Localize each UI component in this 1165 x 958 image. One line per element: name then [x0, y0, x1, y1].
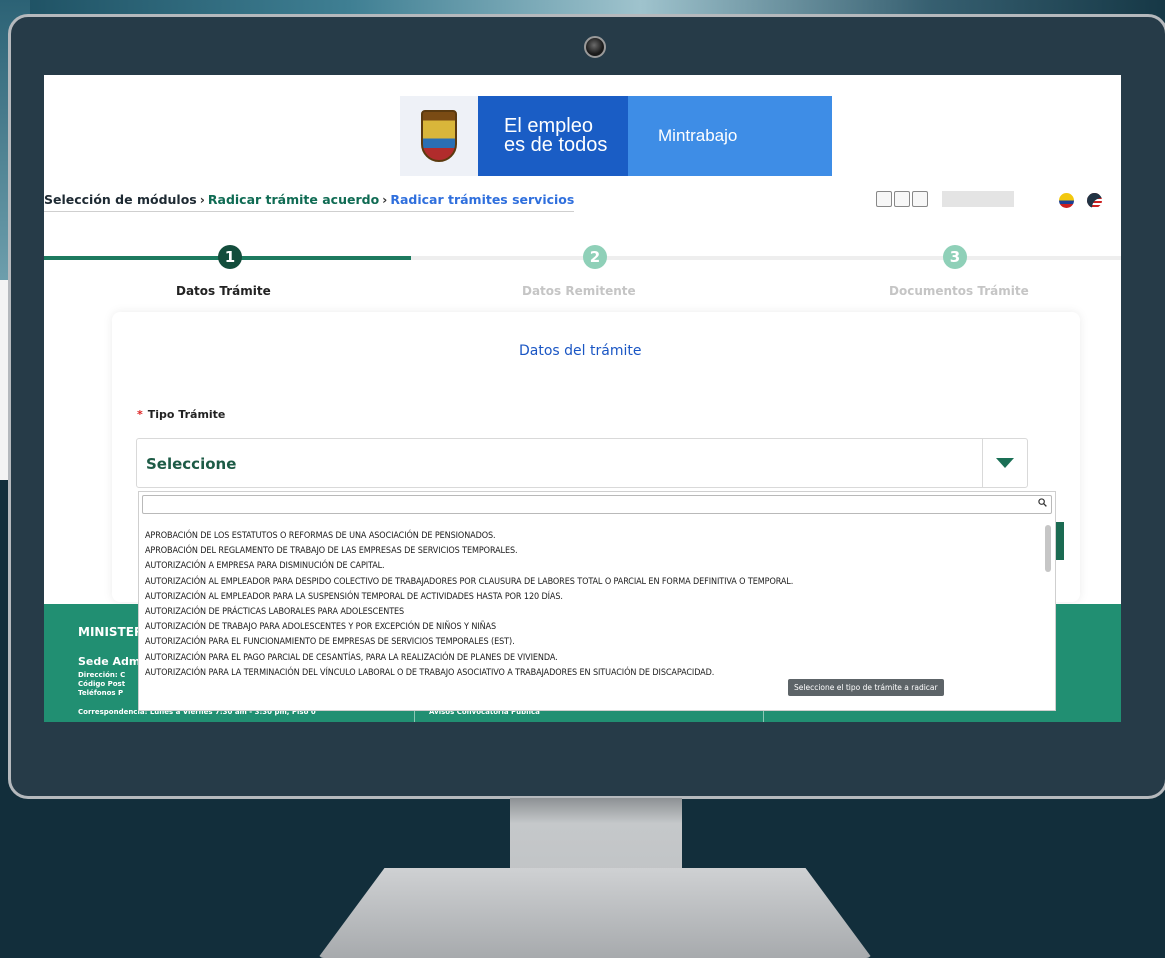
- coat-of-arms-logo: [400, 96, 478, 176]
- step-3-label: Documentos Trámite: [889, 284, 1029, 298]
- contrast-icon[interactable]: [876, 191, 892, 207]
- brand-name: Mintrabajo: [628, 96, 832, 176]
- tipo-tramite-select[interactable]: Seleccione: [136, 438, 1028, 488]
- breadcrumb-item-current: Radicar trámites servicios: [390, 192, 575, 207]
- scrollbar-thumb[interactable]: [1045, 525, 1051, 572]
- step-3-number: 3: [943, 245, 967, 269]
- step-2-number: 2: [583, 245, 607, 269]
- footer-ministry-title: MINISTER: [78, 625, 144, 639]
- tipo-tramite-label-text: Tipo Trámite: [147, 408, 226, 421]
- monitor-stand-base: [318, 868, 872, 958]
- font-size-controls[interactable]: [942, 191, 1014, 207]
- form-title: Datos del trámite: [519, 343, 642, 359]
- breadcrumb-item-acuerdo[interactable]: Radicar trámite acuerdo: [208, 192, 379, 207]
- tipo-tramite-label: * Tipo Trámite: [137, 408, 225, 421]
- dropdown-option[interactable]: AUTORIZACIÓN DE PRÁCTICAS LABORALES PARA…: [145, 605, 1041, 620]
- breadcrumb-item-modulos[interactable]: Selección de módulos: [44, 192, 197, 207]
- select-toggle-button[interactable]: [982, 439, 1027, 487]
- dropdown-scrollbar[interactable]: [1045, 525, 1051, 707]
- step-2-label: Datos Remitente: [522, 284, 636, 298]
- step-1-number: 1: [218, 245, 242, 269]
- webcam-icon: [584, 36, 606, 58]
- slogan-line2: es de todos: [504, 134, 608, 156]
- dropdown-option[interactable]: AUTORIZACIÓN AL EMPLEADOR PARA DESPIDO C…: [145, 575, 1041, 590]
- slogan-block: El empleo es de todos: [478, 96, 628, 176]
- tooltip: Seleccione el tipo de trámite a radicar: [788, 679, 944, 696]
- dropdown-option[interactable]: AUTORIZACIÓN PARA EL PAGO PARCIAL DE CES…: [145, 651, 1041, 666]
- search-icon: [1038, 498, 1047, 507]
- dropdown-options-list: APROBACIÓN DE LOS ESTATUTOS O REFORMAS D…: [145, 529, 1041, 681]
- footer-sede: Sede Adm: [78, 655, 141, 668]
- footer-line-direccion: Dirección: C: [78, 671, 126, 679]
- select-value: Seleccione: [146, 455, 237, 473]
- step-1-label: Datos Trámite: [176, 284, 271, 298]
- dropdown-option[interactable]: AUTORIZACIÓN PARA EL FUNCIONAMIENTO DE E…: [145, 635, 1041, 650]
- chevron-right-icon: ›: [382, 192, 388, 207]
- caret-down-icon: [996, 458, 1014, 468]
- breadcrumb: Selección de módulos › Radicar trámite acu…: [44, 192, 574, 207]
- dropdown-option[interactable]: APROBACIÓN DEL REGLAMENTO DE TRABAJO DE …: [145, 544, 1041, 559]
- usa-flag-icon[interactable]: [1087, 193, 1102, 208]
- footer-line-codigo: Código Post: [78, 680, 126, 688]
- header-banner: El empleo es de todos Mintrabajo: [400, 96, 832, 176]
- dropdown-option[interactable]: APROBACIÓN DE LOS ESTATUTOS O REFORMAS D…: [145, 529, 1041, 544]
- dropdown-option[interactable]: AUTORIZACIÓN AL EMPLEADOR PARA LA SUSPEN…: [145, 590, 1041, 605]
- dropdown-option[interactable]: AUTORIZACIÓN DE TRABAJO PARA ADOLESCENTE…: [145, 620, 1041, 635]
- breadcrumb-divider: [44, 211, 574, 212]
- dropdown-search-input[interactable]: [142, 495, 1052, 514]
- print-icon[interactable]: [894, 191, 910, 207]
- accessibility-toolbar: [876, 191, 1014, 207]
- dropdown-option[interactable]: AUTORIZACIÓN A EMPRESA PARA DISMINUCIÓN …: [145, 559, 1041, 574]
- required-mark: *: [137, 408, 143, 421]
- colombia-flag-icon[interactable]: [1059, 193, 1074, 208]
- chevron-right-icon: ›: [199, 192, 205, 207]
- footer-line-telefonos: Teléfonos P: [78, 689, 124, 697]
- tipo-tramite-dropdown: APROBACIÓN DE LOS ESTATUTOS O REFORMAS D…: [138, 491, 1056, 711]
- browser-screen: El empleo es de todos Mintrabajo Selecci…: [44, 75, 1121, 722]
- print-alt-icon[interactable]: [912, 191, 928, 207]
- stepper-progress-pending: [411, 256, 1121, 260]
